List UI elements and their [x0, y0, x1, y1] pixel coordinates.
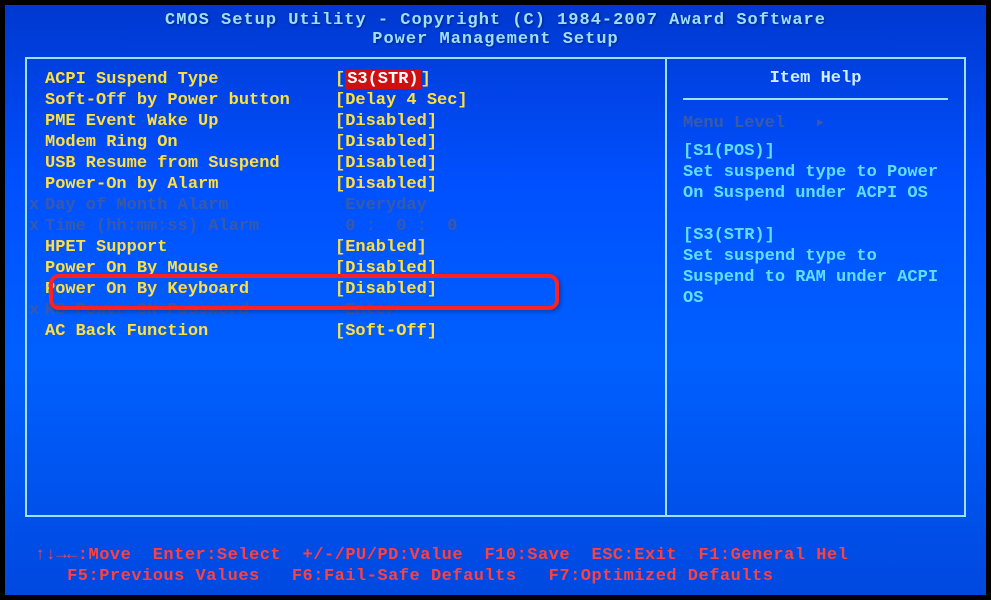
setting-value[interactable]: [Disabled] — [335, 279, 437, 300]
setting-row[interactable]: Soft-Off by Power button[Delay 4 Sec] — [45, 90, 647, 111]
setting-label: Soft-Off by Power button — [45, 90, 335, 111]
setting-value[interactable]: [Delay 4 Sec] — [335, 90, 468, 111]
setting-label: AC Back Function — [45, 321, 335, 342]
help-s3-text: Set suspend type to Suspend to RAM under… — [683, 246, 948, 309]
disabled-mark-icon: x — [29, 195, 39, 216]
setting-value[interactable]: Enter — [335, 300, 396, 321]
help-s3-title: [S3(STR)] — [683, 225, 948, 246]
help-s1-title: [S1(POS)] — [683, 141, 948, 162]
help-body: [S1(POS)] Set suspend type to Power On S… — [683, 141, 948, 309]
setting-value[interactable]: [Disabled] — [335, 174, 437, 195]
setting-label: PME Event Wake Up — [45, 111, 335, 132]
setting-label: HPET Support — [45, 237, 335, 258]
setting-label: ACPI Suspend Type — [45, 69, 335, 90]
help-title: Item Help — [683, 69, 948, 100]
setting-label: Modem Ring On — [45, 132, 335, 153]
setting-row[interactable]: PME Event Wake Up[Disabled] — [45, 111, 647, 132]
menu-level: Menu Level ▸ — [683, 112, 948, 133]
settings-panel: ACPI Suspend Type[S3(STR)]Soft-Off by Po… — [27, 59, 667, 515]
footer: ↑↓→←:Move Enter:Select +/-/PU/PD:Value F… — [5, 545, 986, 587]
bios-screen: CMOS Setup Utility - Copyright (C) 1984-… — [3, 3, 988, 597]
menu-level-label: Menu Level — [683, 114, 785, 133]
setting-label: Day of Month Alarm — [45, 195, 335, 216]
setting-value[interactable]: 0 : 0 : 0 — [335, 216, 457, 237]
header: CMOS Setup Utility - Copyright (C) 1984-… — [5, 5, 986, 53]
menu-level-indicator-icon: ▸ — [815, 114, 825, 133]
setting-value[interactable]: [Disabled] — [335, 258, 437, 279]
footer-line2: F5:Previous Values F6:Fail-Safe Defaults… — [35, 566, 956, 587]
setting-value[interactable]: [Soft-Off] — [335, 321, 437, 342]
setting-row[interactable]: USB Resume from Suspend[Disabled] — [45, 153, 647, 174]
setting-value[interactable]: [Disabled] — [335, 153, 437, 174]
setting-value[interactable]: Everyday — [335, 195, 427, 216]
setting-row[interactable]: xTime (hh:mm:ss) Alarm 0 : 0 : 0 — [45, 216, 647, 237]
setting-label: Power On By Mouse — [45, 258, 335, 279]
setting-row[interactable]: ACPI Suspend Type[S3(STR)] — [45, 69, 647, 90]
setting-value[interactable]: [Disabled] — [335, 132, 437, 153]
setting-label: KB Power ON Password — [45, 300, 335, 321]
setting-value[interactable]: [S3(STR)] — [335, 69, 431, 90]
setting-row[interactable]: Power On By Mouse[Disabled] — [45, 258, 647, 279]
setting-label: Power-On by Alarm — [45, 174, 335, 195]
setting-row[interactable]: HPET Support[Enabled] — [45, 237, 647, 258]
header-title: CMOS Setup Utility - Copyright (C) 1984-… — [5, 11, 986, 30]
setting-row[interactable]: xDay of Month Alarm Everyday — [45, 195, 647, 216]
setting-row[interactable]: Power On By Keyboard[Disabled] — [45, 279, 647, 300]
setting-label: USB Resume from Suspend — [45, 153, 335, 174]
footer-line1: ↑↓→←:Move Enter:Select +/-/PU/PD:Value F… — [35, 545, 956, 566]
setting-label: Time (hh:mm:ss) Alarm — [45, 216, 335, 237]
setting-row[interactable]: xKB Power ON Password Enter — [45, 300, 647, 321]
setting-row[interactable]: Power-On by Alarm[Disabled] — [45, 174, 647, 195]
disabled-mark-icon: x — [29, 300, 39, 321]
setting-row[interactable]: AC Back Function[Soft-Off] — [45, 321, 647, 342]
main-frame: ACPI Suspend Type[S3(STR)]Soft-Off by Po… — [25, 57, 966, 517]
setting-label: Power On By Keyboard — [45, 279, 335, 300]
header-subtitle: Power Management Setup — [5, 30, 986, 49]
help-s1-text: Set suspend type to Power On Suspend und… — [683, 162, 948, 204]
disabled-mark-icon: x — [29, 216, 39, 237]
selected-value: S3(STR) — [345, 70, 420, 89]
setting-row[interactable]: Modem Ring On[Disabled] — [45, 132, 647, 153]
setting-value[interactable]: [Enabled] — [335, 237, 427, 258]
setting-value[interactable]: [Disabled] — [335, 111, 437, 132]
help-panel: Item Help Menu Level ▸ [S1(POS)] Set sus… — [667, 59, 964, 515]
